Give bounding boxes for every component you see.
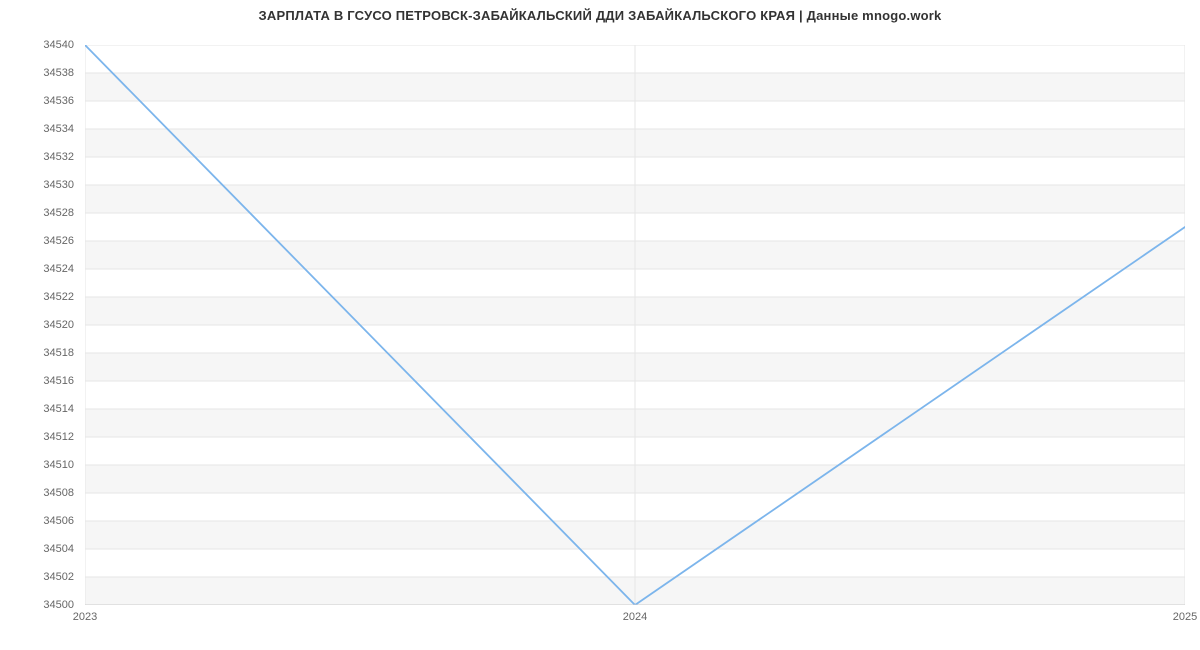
y-tick-label: 34528	[43, 207, 74, 219]
y-tick-label: 34506	[43, 515, 74, 527]
y-tick-label: 34538	[43, 67, 74, 79]
y-tick-label: 34520	[43, 319, 74, 331]
y-tick-label: 34512	[43, 431, 74, 443]
y-tick-label: 34530	[43, 179, 74, 191]
y-tick-label: 34522	[43, 291, 74, 303]
y-tick-label: 34514	[43, 403, 74, 415]
y-tick-label: 34534	[43, 123, 74, 135]
x-axis-ticks: 202320242025	[85, 605, 1185, 625]
y-tick-label: 34532	[43, 151, 74, 163]
chart-svg	[85, 45, 1185, 605]
y-tick-label: 34526	[43, 235, 74, 247]
x-tick-label: 2023	[73, 611, 97, 623]
x-tick-label: 2024	[623, 611, 647, 623]
y-axis-ticks: 3450034502345043450634508345103451234514…	[0, 45, 80, 605]
y-tick-label: 34500	[43, 599, 74, 611]
y-tick-label: 34540	[43, 39, 74, 51]
y-tick-label: 34508	[43, 487, 74, 499]
x-tick-label: 2025	[1173, 611, 1197, 623]
y-tick-label: 34516	[43, 375, 74, 387]
y-tick-label: 34518	[43, 347, 74, 359]
y-tick-label: 34536	[43, 95, 74, 107]
y-tick-label: 34502	[43, 571, 74, 583]
chart-title: ЗАРПЛАТА В ГСУСО ПЕТРОВСК-ЗАБАЙКАЛЬСКИЙ …	[0, 8, 1200, 23]
y-tick-label: 34510	[43, 459, 74, 471]
y-tick-label: 34524	[43, 263, 74, 275]
plot-area	[85, 45, 1185, 605]
chart-container: ЗАРПЛАТА В ГСУСО ПЕТРОВСК-ЗАБАЙКАЛЬСКИЙ …	[0, 0, 1200, 650]
y-tick-label: 34504	[43, 543, 74, 555]
